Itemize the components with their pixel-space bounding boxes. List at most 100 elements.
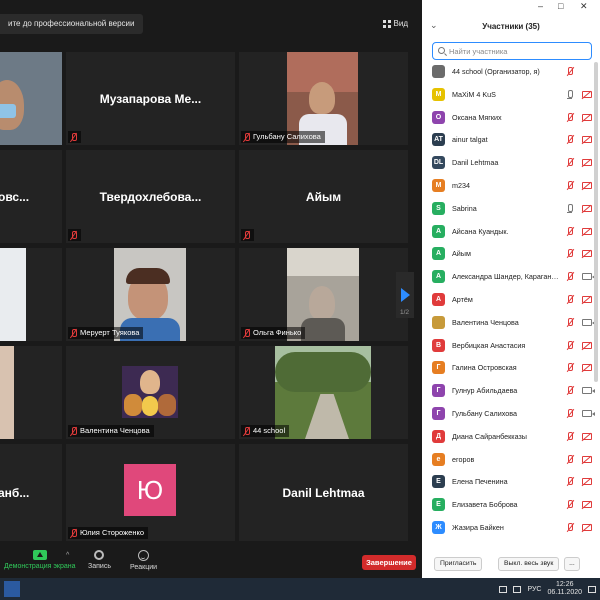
video-tile[interactable]: Ольга Финько: [239, 248, 408, 341]
video-tile[interactable]: [0, 52, 62, 145]
more-options-button[interactable]: ...: [564, 557, 580, 571]
microphone-muted-icon[interactable]: [566, 158, 574, 167]
video-tile[interactable]: Гульбану Салихова: [239, 52, 408, 145]
video-camera-off-icon[interactable]: [582, 364, 592, 372]
microphone-muted-icon[interactable]: [566, 317, 574, 327]
video-tile[interactable]: [0, 346, 62, 439]
video-tile[interactable]: Твердохлебова...: [66, 150, 235, 243]
microphone-muted-icon[interactable]: [566, 295, 574, 304]
microphone-icon[interactable]: [566, 203, 574, 213]
participant-row[interactable]: Г Галина Островская: [432, 358, 594, 377]
participant-row[interactable]: Е Елизавета Боброва: [432, 495, 594, 514]
video-camera-icon[interactable]: [582, 273, 595, 281]
video-camera-off-icon[interactable]: [582, 227, 592, 235]
participant-row[interactable]: M MaXiM 4 KuS: [432, 85, 594, 104]
participant-row[interactable]: е егоров: [432, 450, 594, 469]
microphone-muted-icon[interactable]: [566, 340, 574, 350]
microphone-muted-icon[interactable]: [566, 112, 574, 122]
video-tile[interactable]: анб...: [0, 444, 62, 541]
video-tile[interactable]: 44 school: [239, 346, 408, 439]
participant-row[interactable]: А Александра Шандер, Караганд...: [432, 267, 595, 286]
microphone-muted-icon[interactable]: [566, 67, 574, 76]
video-tile[interactable]: Ю Юлия Стороженко: [66, 444, 235, 541]
video-camera-off-icon[interactable]: [582, 136, 592, 144]
participant-video: [0, 346, 14, 439]
video-tile[interactable]: Музапарова Ме...: [66, 52, 235, 145]
video-tile[interactable]: [0, 248, 62, 341]
participant-row[interactable]: Валентина Ченцова: [432, 313, 595, 332]
end-meeting-button[interactable]: Завершение: [362, 555, 416, 570]
record-button[interactable]: Запись: [88, 550, 111, 570]
video-camera-off-icon[interactable]: [582, 501, 592, 509]
video-camera-icon[interactable]: [582, 387, 595, 395]
microphone-muted-icon[interactable]: [566, 386, 574, 395]
participant-row[interactable]: 44 school (Организатор, я): [432, 62, 594, 81]
zoom-taskbar-icon[interactable]: [4, 581, 20, 597]
reactions-button[interactable]: Реакции: [130, 550, 157, 571]
language-indicator[interactable]: РУС: [527, 586, 541, 593]
participant-row[interactable]: AT ainur talgat: [432, 130, 594, 149]
video-tile[interactable]: Danil Lehtmaa: [239, 444, 408, 541]
video-camera-off-icon[interactable]: [582, 159, 592, 167]
video-tile[interactable]: овс...: [0, 150, 62, 243]
microphone-muted-icon[interactable]: [566, 477, 574, 486]
microphone-muted-icon[interactable]: [566, 523, 574, 532]
microphone-muted-icon[interactable]: [566, 181, 574, 190]
participant-row[interactable]: А Айым: [432, 244, 594, 263]
participant-row[interactable]: А Айсана Куандык.: [432, 222, 594, 241]
video-camera-off-icon[interactable]: [582, 341, 592, 349]
view-button[interactable]: Вид: [379, 16, 412, 32]
notifications-icon[interactable]: [588, 585, 596, 593]
video-camera-icon[interactable]: [582, 318, 595, 326]
participant-row[interactable]: А Артём: [432, 290, 594, 309]
upgrade-banner[interactable]: ите до профессиональной версии: [0, 14, 143, 34]
video-camera-off-icon[interactable]: [582, 432, 592, 440]
video-camera-off-icon[interactable]: [582, 204, 592, 212]
participant-row[interactable]: S Sabrina: [432, 199, 594, 218]
video-tile[interactable]: Валентина Ченцова: [66, 346, 235, 439]
minimize-button[interactable]: –: [538, 1, 543, 11]
share-screen-button[interactable]: Демонстрация экрана: [4, 550, 76, 570]
network-icon[interactable]: [499, 585, 508, 593]
microphone-icon[interactable]: [566, 89, 574, 99]
maximize-button[interactable]: □: [558, 1, 563, 11]
search-input[interactable]: [449, 45, 587, 57]
participant-row[interactable]: Е Елена Печенина: [432, 472, 594, 491]
video-camera-off-icon[interactable]: [582, 455, 592, 463]
video-camera-off-icon[interactable]: [582, 250, 592, 258]
microphone-muted-icon[interactable]: [566, 249, 574, 258]
participant-row[interactable]: Г Гульбану Салихова: [432, 404, 595, 423]
microphone-muted-icon[interactable]: [566, 363, 574, 372]
microphone-muted-icon[interactable]: [566, 454, 574, 464]
video-tile[interactable]: Айым: [239, 150, 408, 243]
share-options-caret[interactable]: ^: [66, 552, 69, 559]
microphone-muted-icon[interactable]: [566, 409, 574, 418]
participant-row[interactable]: В Вербицкая Анастасия: [432, 336, 594, 355]
microphone-muted-icon[interactable]: [566, 500, 574, 509]
participant-row[interactable]: DL Danil Lehtmaa: [432, 153, 594, 172]
video-camera-off-icon[interactable]: [582, 478, 592, 486]
clock[interactable]: 12:26 06.11.2020: [547, 581, 582, 597]
video-camera-off-icon[interactable]: [582, 90, 592, 98]
participant-row[interactable]: Ж Жазира Байкен: [432, 518, 594, 537]
microphone-muted-icon[interactable]: [566, 226, 574, 236]
participant-row[interactable]: Г Гулнур Абильдаева: [432, 381, 595, 400]
microphone-muted-icon[interactable]: [566, 135, 574, 144]
participant-search[interactable]: [432, 42, 592, 60]
close-button[interactable]: ✕: [580, 1, 588, 11]
microphone-muted-icon[interactable]: [566, 431, 574, 441]
video-camera-off-icon[interactable]: [582, 182, 592, 189]
video-tile[interactable]: Меруерт Туякова: [66, 248, 235, 341]
video-camera-off-icon[interactable]: [582, 296, 592, 303]
invite-button[interactable]: Пригласить: [434, 557, 483, 571]
participant-row[interactable]: Mm234: [432, 176, 594, 195]
participant-row[interactable]: Д Диана Сайранбекказы: [432, 427, 594, 446]
volume-icon[interactable]: [513, 585, 522, 593]
scrollbar[interactable]: [594, 62, 598, 382]
video-camera-icon[interactable]: [582, 410, 595, 417]
mute-all-button[interactable]: Выкл. весь звук: [498, 557, 560, 571]
video-camera-off-icon[interactable]: [582, 113, 592, 121]
participant-row[interactable]: О Оксана Мягких: [432, 108, 594, 127]
video-camera-off-icon[interactable]: [582, 524, 592, 531]
microphone-muted-icon[interactable]: [566, 272, 574, 281]
